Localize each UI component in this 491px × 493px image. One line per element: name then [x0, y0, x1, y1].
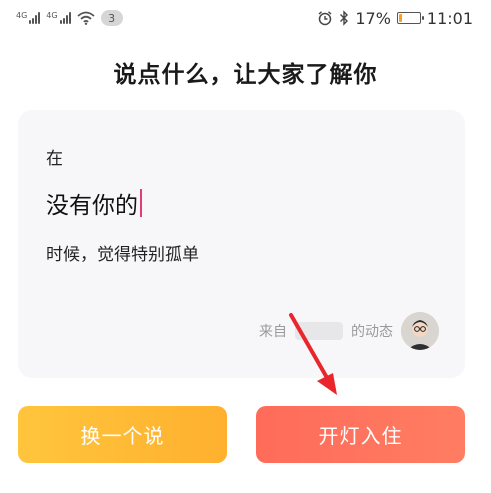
avatar[interactable]	[401, 312, 439, 350]
battery-level-fill	[398, 14, 402, 22]
clock-time: 11:01	[426, 8, 473, 28]
signal-bar	[59, 20, 62, 24]
light-up-checkin-button[interactable]: 开灯入住	[256, 406, 465, 463]
signal-bar	[32, 18, 35, 24]
quote-line-1: 在	[46, 149, 63, 169]
page-title: 说点什么，让大家了解你	[113, 62, 378, 88]
signal-bar	[68, 12, 71, 24]
network-type-label: 4G	[16, 11, 28, 20]
signal-bar	[35, 15, 38, 24]
quote-line-2-wrap[interactable]: 没有你的	[46, 186, 142, 220]
user-avatar-icon	[401, 312, 439, 350]
battery-percent: 17%	[355, 8, 391, 28]
status-left: 4G 4G 3	[16, 10, 123, 26]
source-prefix: 来自	[259, 324, 287, 340]
notification-count-badge: 3	[100, 10, 123, 26]
alarm-clock-icon	[318, 11, 332, 26]
network-type-label: 4G	[46, 11, 58, 20]
signal-bar	[62, 18, 65, 24]
status-bar: 4G 4G 3 17% 11:01	[0, 0, 491, 36]
signal-bar	[38, 12, 41, 24]
text-cursor	[140, 189, 142, 217]
change-quote-button[interactable]: 换一个说	[18, 406, 227, 463]
signal-bar	[29, 20, 32, 24]
quote-line-3: 时候，觉得特别孤单	[46, 245, 199, 265]
cellular-signal-1: 4G	[16, 11, 41, 24]
quote-card[interactable]: 在 没有你的 时候，觉得特别孤单 来自 的动态	[18, 110, 465, 378]
source-attribution: 来自 的动态	[259, 312, 439, 350]
cellular-signal-2: 4G	[46, 11, 71, 24]
blurred-username	[295, 322, 343, 340]
quote-line-2: 没有你的	[46, 193, 138, 219]
bluetooth-icon	[340, 10, 349, 26]
battery-icon	[396, 12, 424, 24]
wifi-icon	[77, 11, 95, 25]
source-suffix: 的动态	[351, 324, 393, 340]
signal-bar	[65, 15, 68, 24]
status-right: 17% 11:01	[317, 9, 473, 28]
